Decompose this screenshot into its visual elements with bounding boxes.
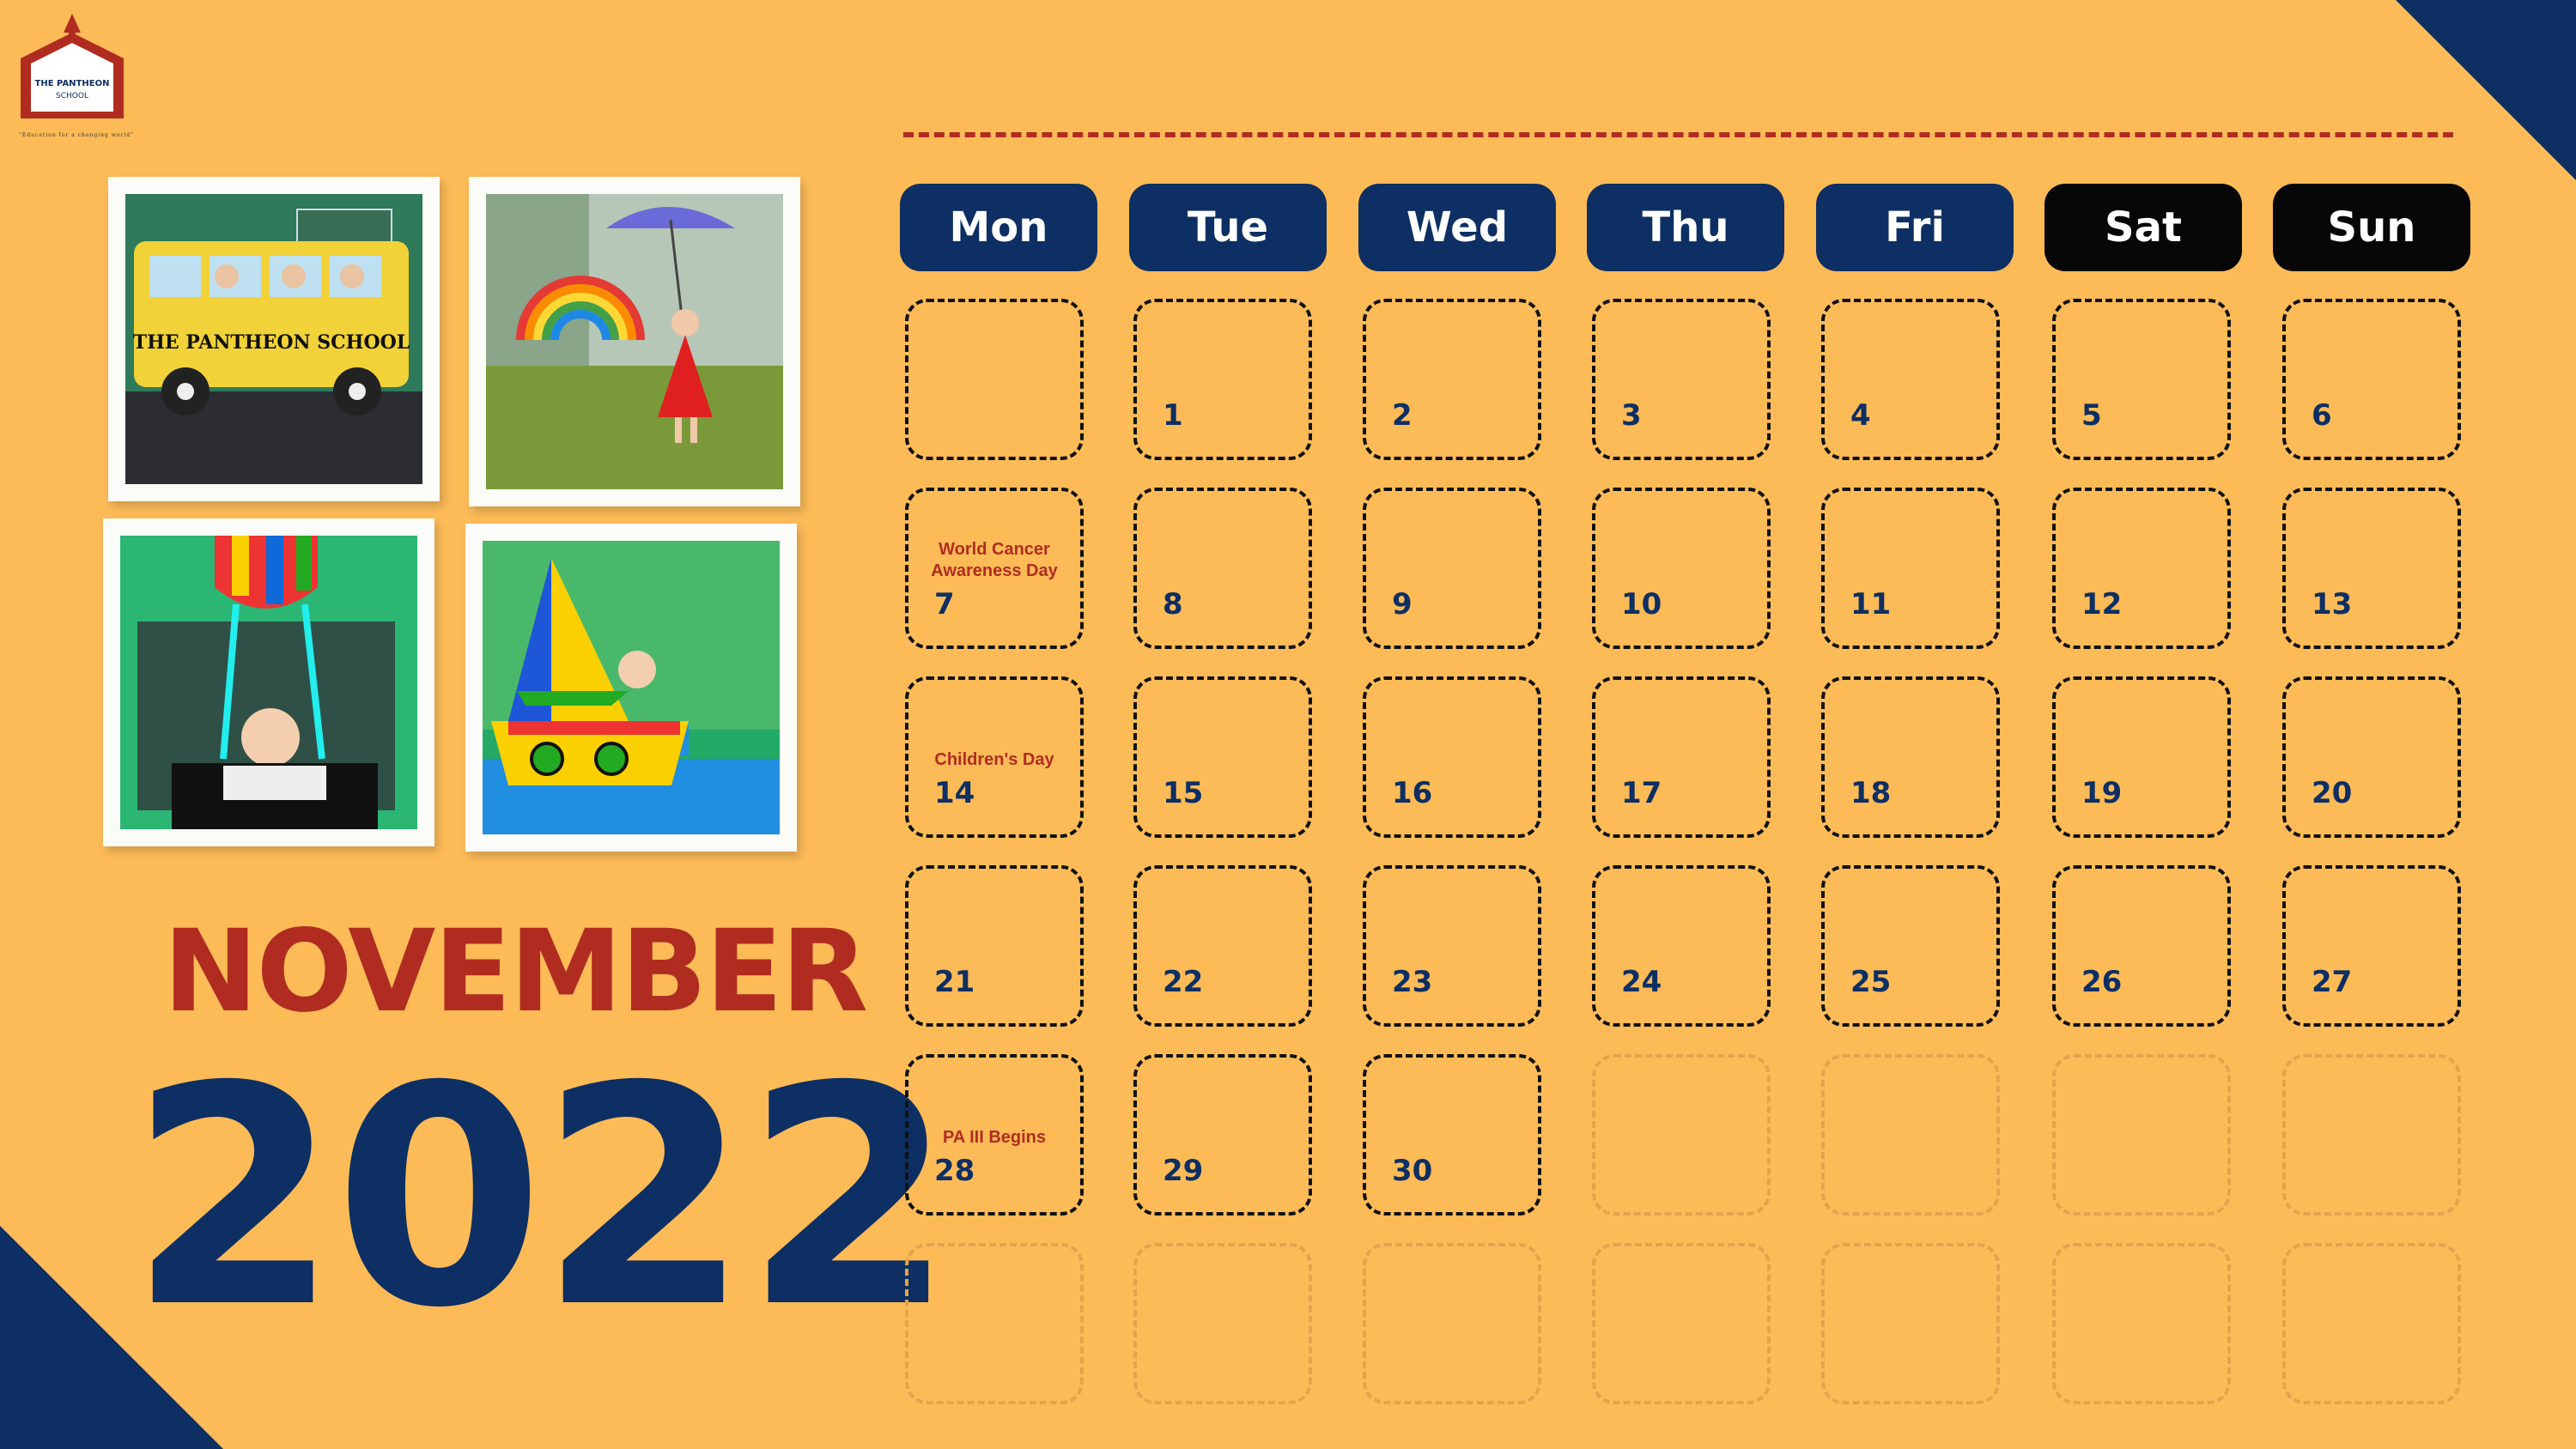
- day-header-thu: Thu: [1587, 184, 1784, 271]
- day-cell-2[interactable]: 2: [1363, 299, 1541, 460]
- day-cell-7[interactable]: World Cancer Awareness Day 7: [905, 488, 1084, 649]
- day-number: 28: [934, 1154, 975, 1188]
- day-header-sat: Sat: [2044, 184, 2242, 271]
- logo-tagline: "Education for a changing world": [19, 132, 134, 138]
- day-number: 22: [1163, 965, 1204, 999]
- day-number: 29: [1163, 1154, 1204, 1188]
- bus-label: THE PANTHEON SCHOOL: [133, 331, 410, 354]
- hot-air-balloon-image: [120, 536, 417, 829]
- empty-day-cell: [2282, 1243, 2461, 1404]
- day-number: 6: [2312, 398, 2332, 433]
- day-cell-16[interactable]: 16: [1363, 676, 1541, 838]
- day-number: 8: [1163, 587, 1183, 621]
- day-number: 3: [1621, 398, 1642, 433]
- day-number: 17: [1621, 776, 1662, 810]
- empty-day-cell: [2282, 1054, 2461, 1216]
- day-cell-18[interactable]: 18: [1821, 676, 2000, 838]
- day-cell-23[interactable]: 23: [1363, 865, 1541, 1027]
- empty-day-cell: [1821, 1054, 2000, 1216]
- day-cell-17[interactable]: 17: [1592, 676, 1771, 838]
- day-cell-29[interactable]: 29: [1133, 1054, 1312, 1216]
- decorative-dashed-line: [903, 132, 2453, 137]
- year-title: 2022: [129, 1022, 955, 1374]
- month-title: NOVEMBER: [163, 906, 868, 1038]
- day-number: 9: [1392, 587, 1413, 621]
- day-number: 24: [1621, 965, 1662, 999]
- day-cell-1[interactable]: 1: [1133, 299, 1312, 460]
- day-cell-12[interactable]: 12: [2052, 488, 2231, 649]
- day-number: 27: [2312, 965, 2353, 999]
- day-cell-13[interactable]: 13: [2282, 488, 2461, 649]
- event-label: Children's Day: [934, 750, 1054, 769]
- day-cell-19[interactable]: 19: [2052, 676, 2231, 838]
- day-number: 18: [1850, 776, 1892, 810]
- day-number: 23: [1392, 965, 1433, 999]
- day-number: 11: [1850, 587, 1892, 621]
- day-number: 16: [1392, 776, 1433, 810]
- day-cell-26[interactable]: 26: [2052, 865, 2231, 1027]
- logo-sub: SCHOOL: [56, 92, 88, 100]
- day-number: 25: [1850, 965, 1892, 999]
- day-number: 7: [934, 587, 955, 621]
- day-cell-25[interactable]: 25: [1821, 865, 2000, 1027]
- day-cell-4[interactable]: 4: [1821, 299, 2000, 460]
- day-number: 5: [2081, 398, 2102, 433]
- day-cell-27[interactable]: 27: [2282, 865, 2461, 1027]
- day-cell-8[interactable]: 8: [1133, 488, 1312, 649]
- day-number: 30: [1392, 1154, 1433, 1188]
- empty-day-cell: [1821, 1243, 2000, 1404]
- day-number: 10: [1621, 587, 1662, 621]
- day-number: 2: [1392, 398, 1413, 433]
- empty-day-cell: [905, 1243, 1084, 1404]
- event-label: PA III Begins: [942, 1128, 1047, 1147]
- empty-day-cell: [1363, 1243, 1541, 1404]
- photo-rainbow-girl: [469, 177, 800, 506]
- photo-boat: [465, 524, 797, 852]
- day-header-fri: Fri: [1816, 184, 2014, 271]
- day-cell-5[interactable]: 5: [2052, 299, 2231, 460]
- day-cell-28[interactable]: PA III Begins 28: [905, 1054, 1084, 1216]
- day-cell-14[interactable]: Children's Day 14: [905, 676, 1084, 838]
- day-number: 20: [2312, 776, 2353, 810]
- day-cell-15[interactable]: 15: [1133, 676, 1312, 838]
- day-cell-22[interactable]: 22: [1133, 865, 1312, 1027]
- rainbow-girl-image: [486, 194, 783, 489]
- empty-day-cell: [2052, 1243, 2231, 1404]
- day-cell-30[interactable]: 30: [1363, 1054, 1541, 1216]
- empty-day-cell: [1592, 1054, 1771, 1216]
- day-number: 4: [1850, 398, 1871, 433]
- day-cell-10[interactable]: 10: [1592, 488, 1771, 649]
- empty-day-cell: [1592, 1243, 1771, 1404]
- day-number: 21: [934, 965, 975, 999]
- day-header-mon: Mon: [900, 184, 1097, 271]
- day-cell-21[interactable]: 21: [905, 865, 1084, 1027]
- day-number: 13: [2312, 587, 2353, 621]
- logo-name: THE PANTHEON: [35, 79, 110, 88]
- photo-hot-air-balloon: [103, 518, 434, 846]
- corner-triangle-top-right: [2396, 0, 2576, 180]
- day-header-tue: Tue: [1129, 184, 1327, 271]
- school-bus-image: THE PANTHEON SCHOOL: [125, 194, 422, 484]
- day-header-wed: Wed: [1358, 184, 1556, 271]
- event-label: World Cancer Awareness Day: [931, 540, 1058, 580]
- day-cell-24[interactable]: 24: [1592, 865, 1771, 1027]
- day-header-sun: Sun: [2273, 184, 2470, 271]
- empty-day-cell: [2052, 1054, 2231, 1216]
- day-number: 1: [1163, 398, 1183, 433]
- photo-school-bus: THE PANTHEON SCHOOL: [108, 177, 440, 501]
- day-cell-9[interactable]: 9: [1363, 488, 1541, 649]
- day-cell-11[interactable]: 11: [1821, 488, 2000, 649]
- day-cell-6[interactable]: 6: [2282, 299, 2461, 460]
- day-number: 15: [1163, 776, 1204, 810]
- day-number: 14: [934, 776, 975, 810]
- boat-image: [483, 541, 780, 834]
- day-number: 12: [2081, 587, 2123, 621]
- empty-day-cell: [905, 299, 1084, 460]
- day-cell-20[interactable]: 20: [2282, 676, 2461, 838]
- day-number: 19: [2081, 776, 2123, 810]
- school-logo: THE PANTHEON SCHOOL "Education for a cha…: [12, 7, 133, 138]
- day-cell-3[interactable]: 3: [1592, 299, 1771, 460]
- empty-day-cell: [1133, 1243, 1312, 1404]
- day-number: 26: [2081, 965, 2123, 999]
